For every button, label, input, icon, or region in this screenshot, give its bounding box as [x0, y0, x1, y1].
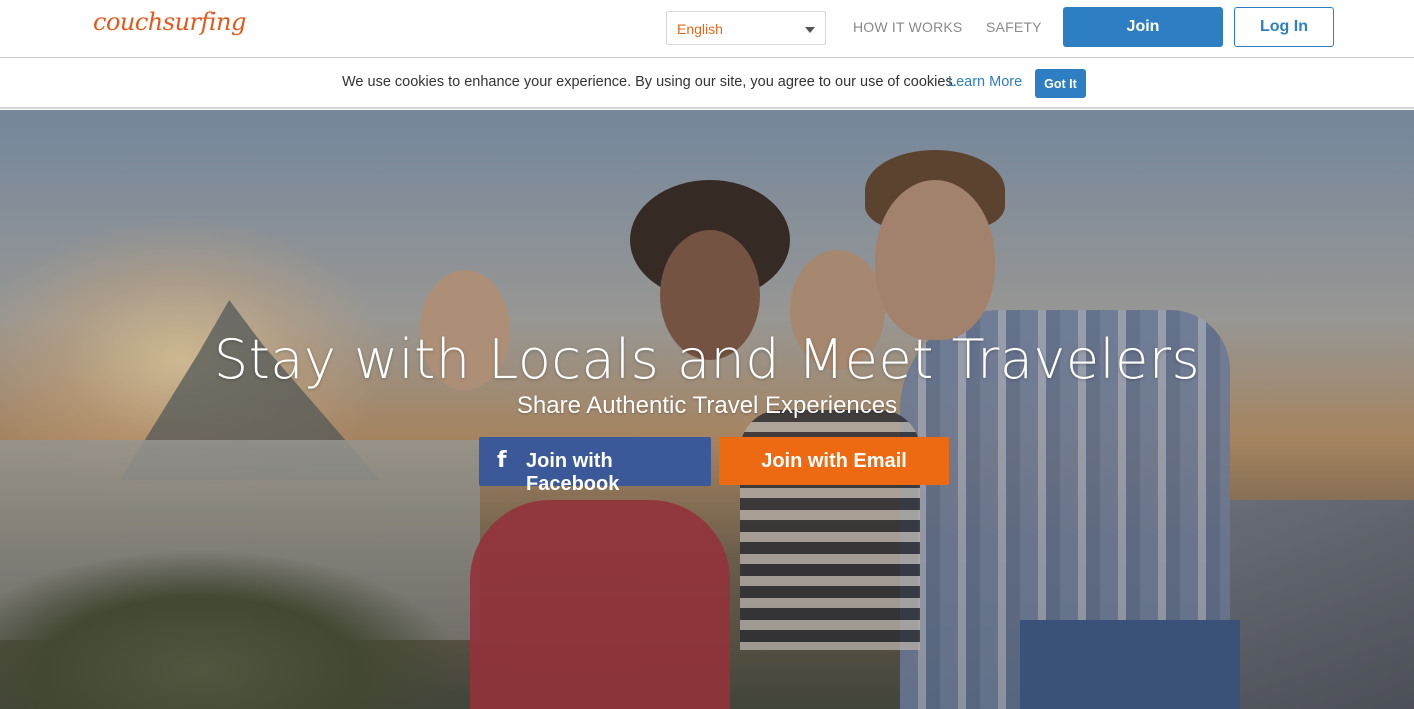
cookie-banner: We use cookies to enhance your experienc…: [0, 59, 1414, 109]
facebook-icon: f: [497, 448, 507, 473]
language-select[interactable]: English: [666, 11, 826, 45]
cookie-message: We use cookies to enhance your experienc…: [342, 74, 957, 90]
nav-how-it-works[interactable]: HOW IT WORKS: [853, 19, 962, 35]
learn-more-link[interactable]: Learn More: [948, 74, 1022, 90]
language-select-value: English: [677, 21, 723, 37]
hero-subtitle: Share Authentic Travel Experiences: [516, 392, 898, 419]
join-with-facebook-button[interactable]: f Join with Facebook: [479, 437, 711, 495]
join-button[interactable]: Join: [1063, 7, 1223, 47]
login-button[interactable]: Log In: [1234, 7, 1334, 47]
chevron-down-icon: [805, 27, 815, 33]
join-with-facebook-label: Join with Facebook: [526, 450, 620, 495]
nav-safety[interactable]: SAFETY: [986, 19, 1042, 35]
top-header: couchsurfing English HOW IT WORKS SAFETY…: [0, 0, 1414, 58]
got-it-button[interactable]: Got It: [1035, 69, 1086, 98]
hero-section: Stay with Locals and Meet Travelers Shar…: [0, 110, 1414, 709]
join-with-email-button[interactable]: Join with Email: [719, 437, 949, 485]
hero-title: Stay with Locals and Meet Travelers: [213, 328, 1201, 391]
couchsurfing-logo[interactable]: couchsurfing: [93, 8, 246, 36]
